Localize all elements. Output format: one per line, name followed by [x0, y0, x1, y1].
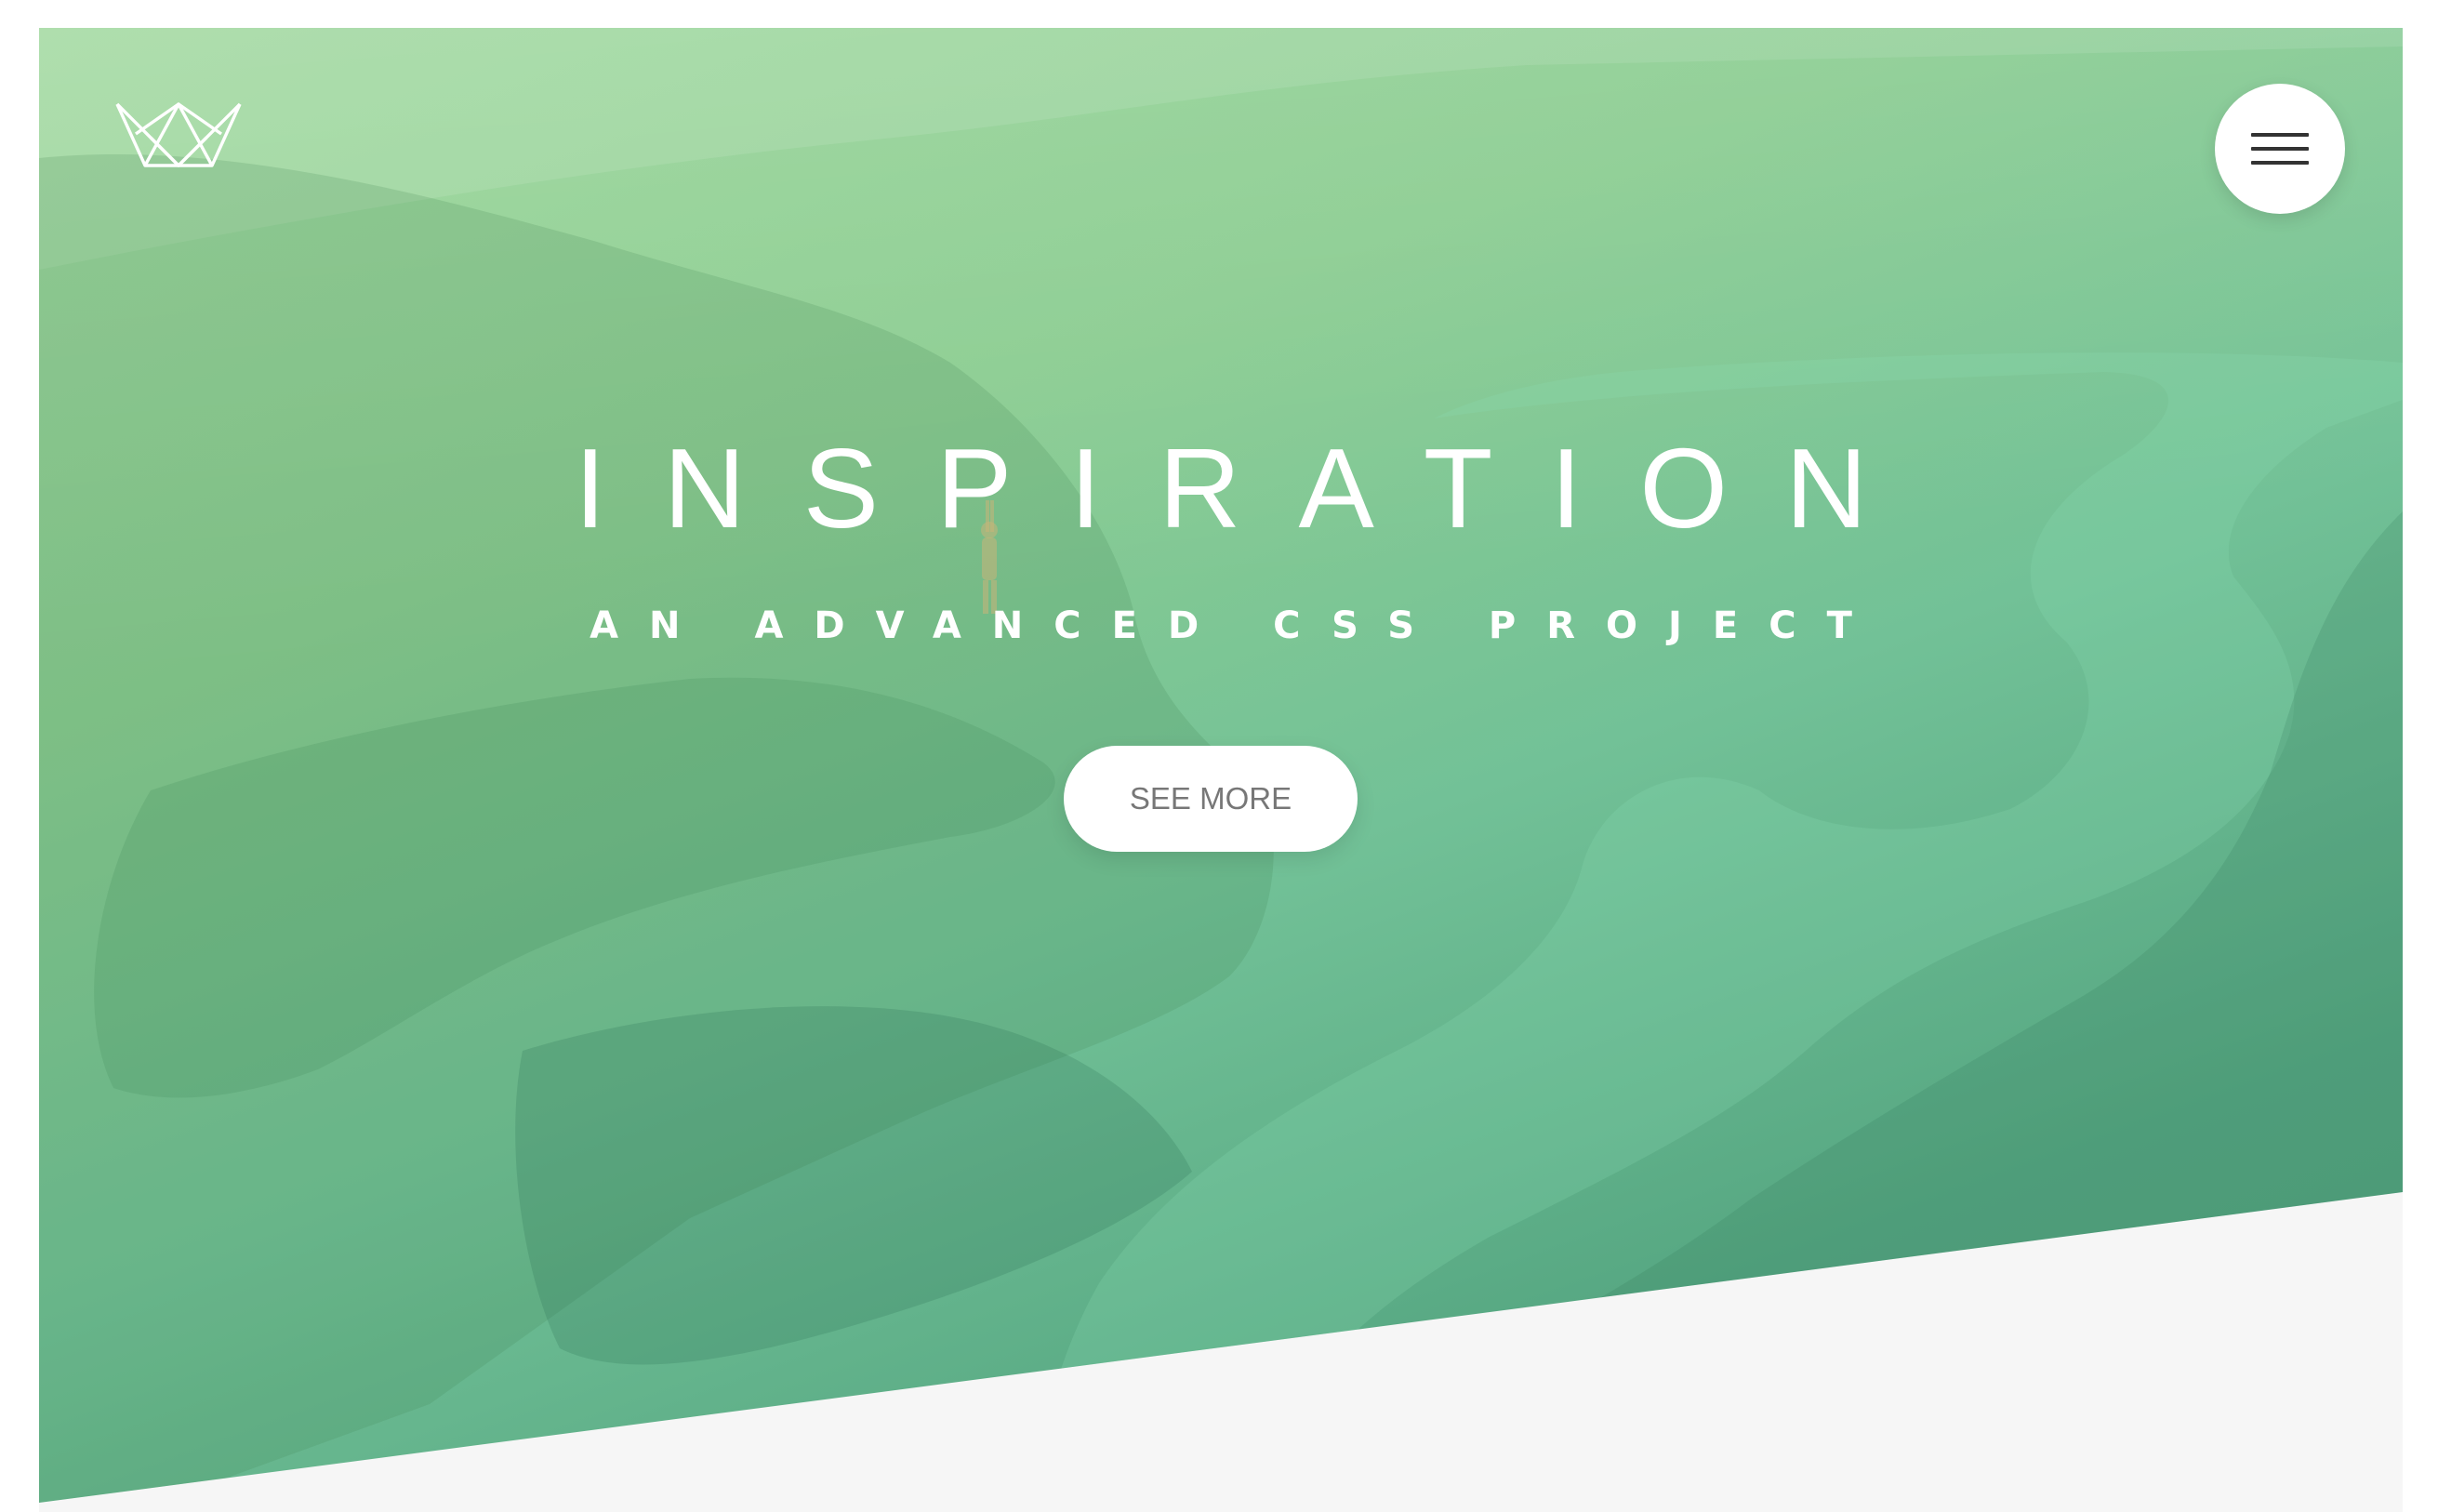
hero-section: INSPIRATION AN ADVANCED CSS PROJECT SEE …: [39, 28, 2403, 1503]
hamburger-menu-icon-line: [2251, 161, 2309, 165]
hero-headline: INSPIRATION AN ADVANCED CSS PROJECT: [39, 418, 2403, 649]
page-subtitle: AN ADVANCED CSS PROJECT: [590, 604, 1883, 647]
page: INSPIRATION AN ADVANCED CSS PROJECT SEE …: [39, 28, 2403, 1512]
hamburger-menu-icon: [2251, 133, 2309, 137]
page-title: INSPIRATION: [574, 425, 1926, 551]
crown-logo-icon[interactable]: [113, 100, 244, 197]
see-more-button[interactable]: SEE MORE: [1064, 746, 1358, 852]
menu-button[interactable]: [2215, 84, 2345, 214]
hamburger-menu-icon-line: [2251, 147, 2309, 151]
